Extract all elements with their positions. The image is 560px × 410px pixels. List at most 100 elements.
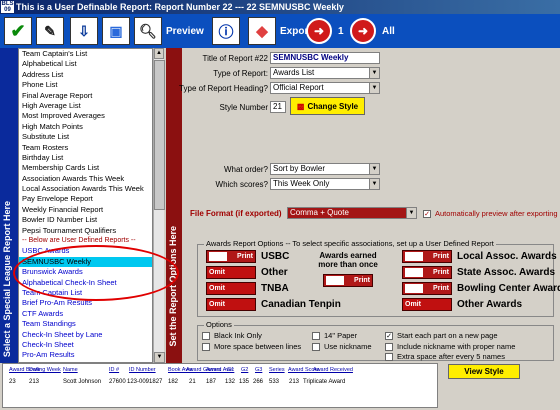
state-assoc-print-button[interactable]: Print	[402, 266, 452, 279]
report-list-item[interactable]: Alphabetical List	[19, 59, 152, 69]
report-list-item[interactable]: Team Rosters	[19, 143, 152, 153]
local-assoc-label: Local Assoc. Awards	[457, 251, 557, 262]
printer-icon	[405, 252, 423, 261]
report-list-item[interactable]: Association Awards This Week	[19, 174, 152, 184]
cell-g3: 266	[253, 379, 264, 385]
report-list-item[interactable]: Most Improved Averages	[19, 111, 152, 121]
col-header-award-score: Award Score	[288, 367, 320, 373]
title-input[interactable]: SEMNUSBC Weekly	[270, 52, 380, 64]
file-format-value: Comma + Quote	[290, 208, 349, 217]
more-than-once-label: Awards earned more than once	[318, 251, 378, 269]
scroll-up-icon[interactable]: ▲	[154, 48, 164, 59]
new-page-checkbox[interactable]: ✓ Start each part on a new page	[385, 331, 498, 340]
style-label: Style Number	[219, 103, 268, 112]
report-list-item[interactable]: CTF Awards	[19, 309, 152, 319]
report-list-item[interactable]: Pay Envelope Report	[19, 194, 152, 204]
auto-preview-checkbox[interactable]: ✓ Automatically preview after exporting	[423, 209, 558, 218]
use-nickname-checkbox[interactable]: Use nickname	[312, 342, 372, 351]
tnba-label: TNBA	[261, 283, 289, 294]
order-select[interactable]: Sort by Bowler ▼	[270, 163, 380, 175]
report-list-item[interactable]: Team Captain's List	[19, 49, 152, 59]
report-preview-strip: Award Bowling Week Date Name ID # ID Num…	[2, 363, 438, 408]
usbc-print-button[interactable]: Print	[206, 250, 256, 263]
report-list-item[interactable]: Address List	[19, 70, 152, 80]
more-space-checkbox[interactable]: More space between lines	[202, 342, 301, 351]
report-list-item[interactable]: Birthday List	[19, 153, 152, 163]
other-label: Other	[261, 267, 288, 278]
export-button[interactable]: ◆ Export	[248, 17, 312, 45]
bowling-center-print-button[interactable]: Print	[402, 282, 452, 295]
preview-button[interactable]: 🔍︎ Preview	[134, 17, 204, 45]
export-file-button[interactable]: ⇩	[70, 17, 98, 45]
scroll-down-icon[interactable]: ▼	[154, 352, 165, 363]
type-label: Type of Report:	[213, 69, 268, 78]
report-list-item[interactable]: High Match Points	[19, 122, 152, 132]
usbc-award-row: Print USBC	[206, 250, 289, 263]
cell-award-games: 21	[189, 379, 196, 385]
report-list-item[interactable]: Bowler ID Number List	[19, 215, 152, 225]
window-titlebar: BLS 09 This is a User Definable Report: R…	[0, 0, 560, 14]
file-format-select[interactable]: Comma + Quote ▼	[287, 207, 417, 219]
extra-space-checkbox[interactable]: Extra space after every 5 names	[385, 352, 505, 361]
col-header-g1: G1	[227, 367, 235, 373]
nav-all-button[interactable]: ➜ All	[350, 17, 395, 45]
cell-award-aver: 187	[206, 379, 217, 385]
checkmark-button[interactable]: ✔	[4, 17, 32, 45]
col-header-series: Series	[269, 367, 285, 373]
report-list-item[interactable]: High Average List	[19, 101, 152, 111]
paper14-checkbox[interactable]: 14" Paper	[312, 331, 357, 340]
report-list-item[interactable]: Team Standings	[19, 319, 152, 329]
view-style-button[interactable]: View Style	[448, 364, 520, 379]
report-list-item[interactable]: Phone List	[19, 80, 152, 90]
report-list-item[interactable]: Final Average Report	[19, 91, 152, 101]
report-list-scrollbar[interactable]: ▲ ▼	[153, 48, 165, 363]
local-assoc-award-row: Print Local Assoc. Awards	[402, 250, 557, 263]
nav-one-button[interactable]: ➜ 1	[306, 17, 344, 45]
app-icon: BLS 09	[1, 1, 14, 13]
tnba-omit-button[interactable]: Omit	[206, 282, 256, 295]
more-than-once-print-button[interactable]: Print	[323, 274, 373, 287]
title-label: Title of Report #22	[202, 54, 268, 63]
report-list-item[interactable]: Local Association Awards This Week	[19, 184, 152, 194]
canadian-omit-button[interactable]: Omit	[206, 298, 256, 311]
new-page-check: ✓	[385, 331, 393, 340]
change-style-button[interactable]: ▩ Change Style	[290, 97, 365, 115]
report-list-item[interactable]: Membership Cards List	[19, 163, 152, 173]
computer-button[interactable]: ▣	[102, 17, 130, 45]
scroll-thumb[interactable]	[154, 60, 165, 210]
heading-label: Type of Report Heading?	[179, 84, 268, 93]
report-list-item[interactable]: Check-In Sheet	[19, 340, 152, 350]
omit-label: Omit	[209, 301, 225, 308]
other-award-row: Omit Other	[206, 266, 288, 279]
black-ink-checkbox[interactable]: Black Ink Only	[202, 331, 262, 340]
include-nickname-checkbox[interactable]: Include nickname with proper name	[385, 342, 515, 351]
view-style-label: View Style	[464, 367, 504, 376]
cell-week: 23	[9, 379, 16, 385]
chevron-down-icon: ▼	[369, 179, 379, 189]
cell-g2: 135	[239, 379, 250, 385]
canadian-award-row: Omit Canadian Tenpin	[206, 298, 341, 311]
style-number-input[interactable]: 21	[270, 101, 286, 113]
report-list-item[interactable]: Pro-Am Results	[19, 350, 152, 360]
cell-award-received: Triplicate Award	[303, 379, 346, 385]
col-header-name: Name	[63, 367, 78, 373]
report-list-item[interactable]: Pepsi Tournament Qualifiers	[19, 226, 152, 236]
scores-select[interactable]: This Week Only ▼	[270, 178, 380, 190]
cell-g1: 132	[225, 379, 236, 385]
edit-button[interactable]: ✎	[36, 17, 64, 45]
type-select[interactable]: Awards List ▼	[270, 67, 380, 79]
other-awards-omit-button[interactable]: Omit	[402, 298, 452, 311]
report-list-item[interactable]: Substitute List	[19, 132, 152, 142]
more-space-label: More space between lines	[214, 342, 302, 351]
info-button[interactable]: ⓘ	[212, 17, 240, 45]
checkmark-icon: ✔	[4, 17, 32, 45]
report-list-item[interactable]: Weekly Financial Report	[19, 205, 152, 215]
report-list-item[interactable]: Check-In Sheet by Lane	[19, 330, 152, 340]
print-label: Print	[433, 253, 449, 260]
col-header-date: Date	[29, 367, 41, 373]
report-list[interactable]: Team Captain's List Alphabetical List Addr…	[18, 48, 153, 363]
other-omit-button[interactable]: Omit	[206, 266, 256, 279]
local-assoc-print-button[interactable]: Print	[402, 250, 452, 263]
include-nickname-box	[385, 342, 393, 351]
heading-select[interactable]: Official Report ▼	[270, 82, 380, 94]
